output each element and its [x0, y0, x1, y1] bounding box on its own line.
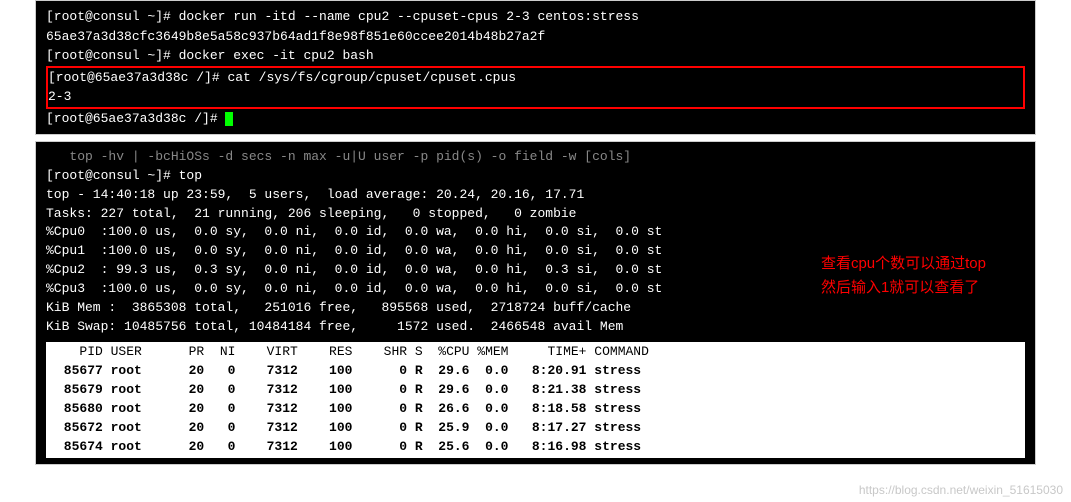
terminal-block-1: [root@consul ~]# docker run -itd --name … [35, 0, 1036, 135]
prompt: [root@65ae37a3d38c /]# [48, 70, 227, 85]
command-text: docker run -itd --name cpu2 --cpuset-cpu… [179, 9, 639, 24]
table-header: PID USER PR NI VIRT RES SHR S %CPU %MEM … [46, 343, 1025, 362]
top-mem-line: KiB Mem : 3865308 total, 251016 free, 89… [46, 299, 1025, 318]
shell-line: [root@consul ~]# top [46, 167, 1025, 186]
command-text: docker exec -it cpu2 bash [179, 48, 374, 63]
output-hash: 65ae37a3d38cfc3649b8e5a58c937b64ad1f8e98… [46, 27, 1025, 47]
highlight-box: [root@65ae37a3d38c /]# cat /sys/fs/cgrou… [46, 66, 1025, 109]
process-table: PID USER PR NI VIRT RES SHR S %CPU %MEM … [46, 342, 1025, 457]
shell-line: [root@consul ~]# docker run -itd --name … [46, 7, 1025, 27]
shell-line: [root@consul ~]# docker exec -it cpu2 ba… [46, 46, 1025, 66]
truncated-help-line: top -hv | -bcHiOSs -d secs -n max -u|U u… [46, 148, 1025, 167]
cursor-icon[interactable] [225, 112, 233, 126]
table-row: 85680 root 20 0 7312 100 0 R 26.6 0.0 8:… [46, 400, 1025, 419]
output-text: 2-3 [48, 87, 1023, 107]
table-row: 85672 root 20 0 7312 100 0 R 25.9 0.0 8:… [46, 419, 1025, 438]
top-cpu0-line: %Cpu0 :100.0 us, 0.0 sy, 0.0 ni, 0.0 id,… [46, 223, 1025, 242]
prompt: [root@consul ~]# [46, 48, 179, 63]
prompt: [root@consul ~]# [46, 9, 179, 24]
watermark-text: https://blog.csdn.net/weixin_51615030 [859, 483, 1063, 497]
prompt: [root@65ae37a3d38c /]# [46, 111, 225, 126]
annotation-line: 然后输入1就可以查看了 [821, 276, 986, 300]
shell-line: [root@65ae37a3d38c /]# [46, 109, 1025, 129]
table-row: 85679 root 20 0 7312 100 0 R 29.6 0.0 8:… [46, 381, 1025, 400]
table-row: 85674 root 20 0 7312 100 0 R 25.6 0.0 8:… [46, 438, 1025, 457]
table-row: 85677 root 20 0 7312 100 0 R 29.6 0.0 8:… [46, 362, 1025, 381]
command-text: cat /sys/fs/cgroup/cpuset/cpuset.cpus [227, 70, 516, 85]
annotation-line: 查看cpu个数可以通过top [821, 252, 986, 276]
terminal-block-2: top -hv | -bcHiOSs -d secs -n max -u|U u… [35, 141, 1036, 465]
shell-line: [root@65ae37a3d38c /]# cat /sys/fs/cgrou… [48, 68, 1023, 88]
annotation-note: 查看cpu个数可以通过top 然后输入1就可以查看了 [821, 252, 986, 300]
top-swap-line: KiB Swap: 10485756 total, 10484184 free,… [46, 318, 1025, 337]
top-tasks-line: Tasks: 227 total, 21 running, 206 sleepi… [46, 205, 1025, 224]
top-summary-line: top - 14:40:18 up 23:59, 5 users, load a… [46, 186, 1025, 205]
